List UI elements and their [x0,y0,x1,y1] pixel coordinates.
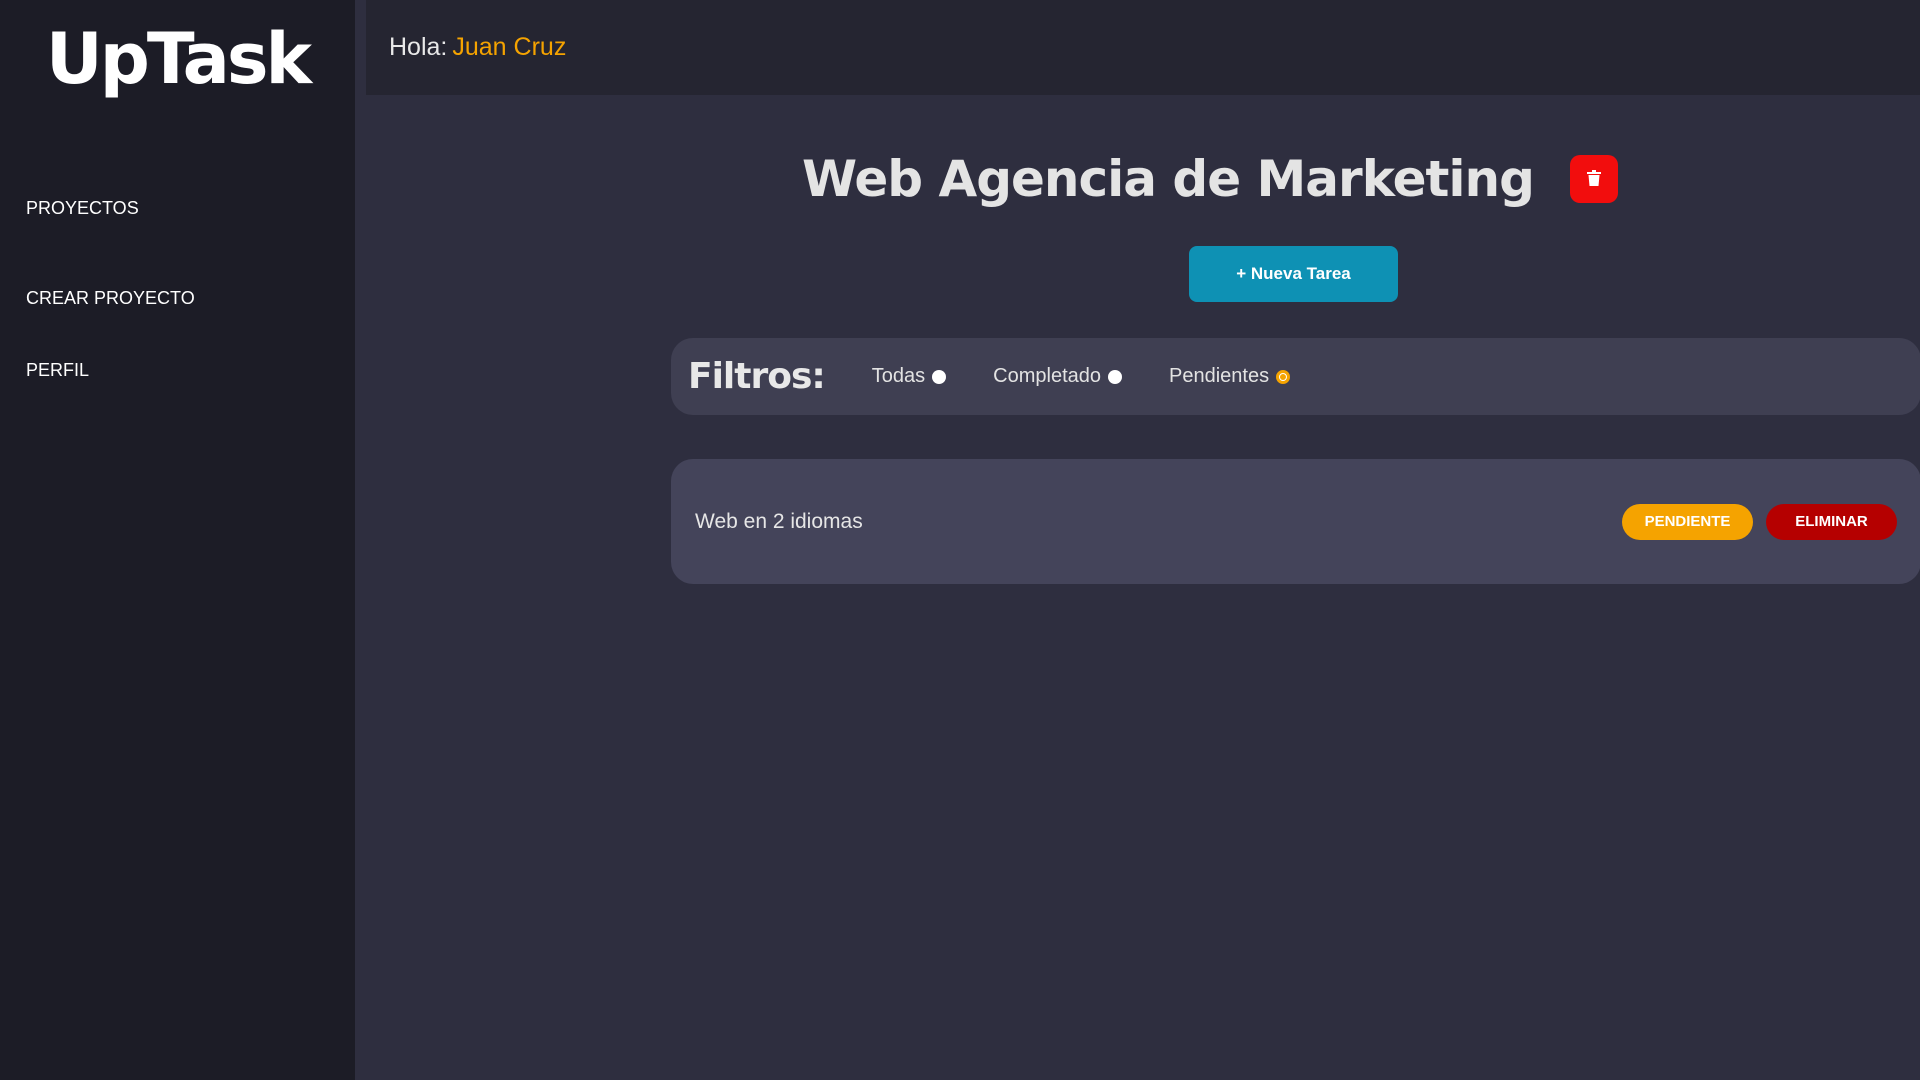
delete-project-button[interactable] [1569,155,1618,203]
trash-icon [1586,169,1601,189]
main-content: Hola: Juan Cruz Web Agencia de Marketing… [355,0,1920,1080]
task-name: Web en 2 idiomas [695,509,863,533]
page-title: Web Agencia de Marketing [802,150,1535,208]
filter-pendientes[interactable]: Pendientes [1169,365,1291,388]
sidebar-item-proyectos[interactable]: PROYECTOS [0,190,355,262]
filter-label: Completado [993,365,1102,387]
user-name: Juan Cruz [452,33,567,61]
greeting-label: Hola: [389,33,448,61]
task-card: Web en 2 idiomas PENDIENTE ELIMINAR [671,459,1920,584]
top-bar: Hola: Juan Cruz [366,0,1920,95]
project-header: Web Agencia de Marketing [355,150,1920,208]
filter-radio-todas[interactable] [932,369,947,384]
new-task-button[interactable]: + Nueva Tarea [1189,246,1398,302]
filter-todas[interactable]: Todas [871,365,947,388]
task-delete-button[interactable]: ELIMINAR [1766,503,1897,540]
filters-title: Filtros: [688,356,826,397]
filter-radio-pendientes[interactable] [1276,369,1291,384]
sidebar-item-crear-proyecto[interactable]: CREAR PROYECTO [0,262,355,334]
filter-radio-completado[interactable] [1108,369,1123,384]
sidebar: UpTask PROYECTOS CREAR PROYECTO PERFIL [0,0,355,1080]
app-root: UpTask PROYECTOS CREAR PROYECTO PERFIL H… [0,0,1920,1080]
filter-label: Pendientes [1169,365,1270,387]
app-logo: UpTask [45,18,312,100]
filters-bar: Filtros: Todas Completado Pendientes [671,338,1920,415]
sidebar-item-perfil[interactable]: PERFIL [0,334,355,406]
filter-completado[interactable]: Completado [993,365,1123,388]
sidebar-nav: PROYECTOS CREAR PROYECTO PERFIL [0,190,355,406]
task-status-button[interactable]: PENDIENTE [1622,503,1753,540]
filter-label: Todas [871,365,926,387]
